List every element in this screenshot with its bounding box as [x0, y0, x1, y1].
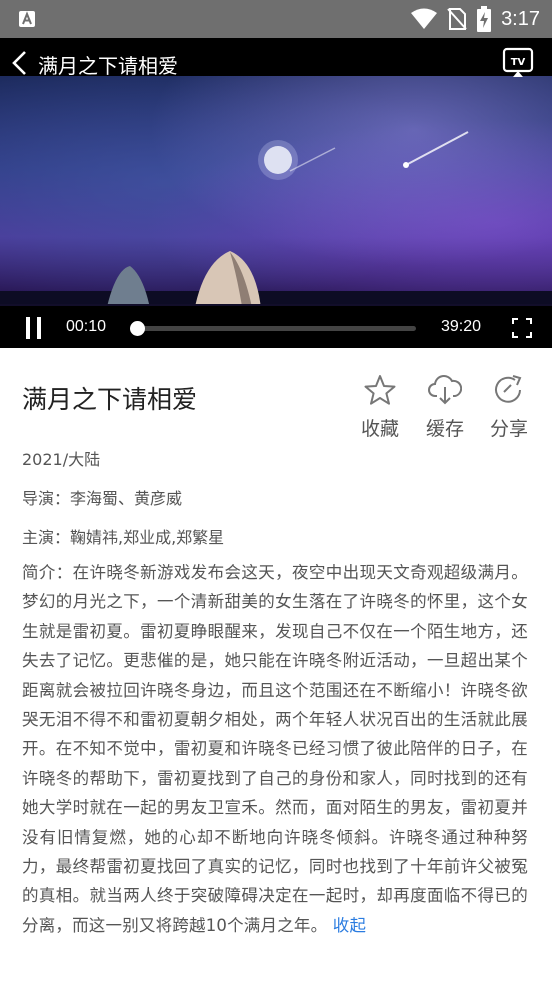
share-button[interactable]: 分享 [481, 374, 537, 441]
director: 导演：李海蜀、黄彦威 [22, 489, 183, 508]
battery-charging-icon [477, 6, 492, 32]
favorite-label: 收藏 [360, 418, 399, 440]
tv-cast-icon[interactable]: TV [502, 46, 534, 78]
progress-bar[interactable] [130, 321, 416, 336]
player-top-bar: 满月之下请相爱 TV [0, 38, 552, 78]
video-frame[interactable] [0, 76, 552, 344]
svg-text:TV: TV [511, 57, 526, 68]
progress-knob[interactable] [130, 321, 146, 336]
year-region: 2021/大陆 [22, 450, 101, 469]
status-time: 3:17 [501, 7, 540, 30]
cloud-download-icon [428, 375, 462, 405]
synopsis-text: 简介：在许晓冬新游戏发布会这天，夜空中出现天文奇观超级满月。梦幻的月光之下，一个… [22, 563, 528, 935]
video-info: 满月之下请相爱 收藏 缓存 分享 2021/大陆 导演：李海蜀、黄彦威 主演：鞠… [0, 348, 552, 983]
video-title: 满月之下请相爱 [22, 385, 198, 414]
video-player[interactable]: 满月之下请相爱 TV 00:10 39:20 [0, 38, 552, 348]
share-icon [495, 375, 522, 403]
current-time: 00:10 [66, 318, 107, 335]
duration: 39:20 [441, 318, 482, 335]
back-icon[interactable] [10, 50, 28, 76]
wifi-icon [411, 8, 438, 29]
video-scene [0, 131, 552, 344]
cast: 主演：鞠婧祎,郑业成,郑繁星 [22, 528, 225, 547]
share-label: 分享 [489, 418, 528, 440]
status-bar: 3:17 [0, 0, 552, 38]
download-button[interactable]: 缓存 [417, 374, 473, 441]
download-label: 缓存 [425, 418, 464, 440]
fullscreen-icon[interactable] [512, 318, 532, 338]
player-controls: 00:10 39:20 [0, 306, 552, 348]
collapse-link[interactable]: 收起 [333, 916, 366, 935]
no-sim-icon [447, 8, 467, 30]
star-icon [364, 375, 396, 405]
pause-icon[interactable] [24, 317, 44, 339]
player-title: 满月之下请相爱 [38, 54, 178, 78]
favorite-button[interactable]: 收藏 [352, 374, 408, 441]
app-notification-icon [19, 11, 35, 27]
synopsis: 简介：在许晓冬新游戏发布会这天，夜空中出现天文奇观超级满月。梦幻的月光之下，一个… [22, 558, 528, 964]
